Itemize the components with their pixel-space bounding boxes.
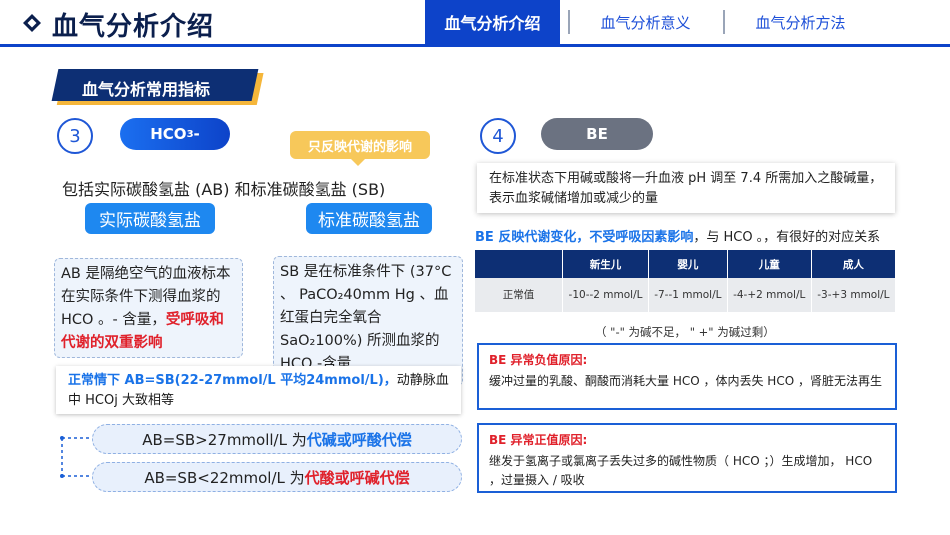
sb-label: 标准碳酸氢盐 bbox=[306, 203, 432, 234]
be-summary-bold: BE 反映代谢变化，不受呼吸因素影响 bbox=[475, 230, 694, 245]
note-pointer bbox=[350, 158, 366, 166]
page-title: 血气分析介绍 bbox=[52, 12, 215, 42]
be-summary-rest: ，与 HCO 。，有很好的对应关系 bbox=[693, 230, 881, 245]
table-cell: -3-+3 mmol/L bbox=[811, 278, 897, 312]
rule-high: AB=SB>27mmoll/L 为代碱或呼酸代偿 bbox=[92, 424, 462, 454]
be-positive-text: 继发于氢离子或氯离子丢失过多的碱性物质（ HCO ；）生成增加， HCO ，过量… bbox=[489, 454, 873, 487]
tab-blood-gas-significance[interactable]: 血气分析意义 bbox=[578, 0, 713, 44]
table-row-label: 正常值 bbox=[475, 278, 563, 312]
be-normal-table: 新生儿 婴儿 儿童 成人 正常值 -10--2 mmol/L -7--1 mmo… bbox=[475, 250, 897, 312]
diamond-icon bbox=[23, 14, 41, 32]
table-header bbox=[475, 250, 563, 278]
table-cell: -4-+2 mmol/L bbox=[727, 278, 812, 312]
be-definition: 在标准状态下用碱或酸将一升血液 pH 调至 7.4 所需加入之酸碱量，表示血浆碱… bbox=[477, 163, 895, 213]
sb-text: SB 是在标准条件下 (37°C 、 PaCO₂40mm Hg 、血红蛋白完全氧… bbox=[280, 264, 452, 372]
table-cell: -7--1 mmol/L bbox=[648, 278, 728, 312]
item-number-4: 4 bbox=[480, 118, 516, 154]
be-sign-note: （ "-" 为碱不足， " +" 为碱过剩） bbox=[595, 325, 775, 339]
rule-low: AB=SB<22mmol/L 为代酸或呼碱代偿 bbox=[92, 462, 462, 492]
rule-high-text: AB=SB>27mmoll/L 为 bbox=[142, 430, 307, 449]
section-title: 血气分析常用指标 bbox=[82, 80, 211, 99]
be-positive-title: BE 异常正值原因: bbox=[489, 433, 588, 447]
rule-high-highlight: 代碱或呼酸代偿 bbox=[306, 430, 412, 449]
hco3-pill: HCO 3- bbox=[120, 118, 230, 150]
table-row: 正常值 -10--2 mmol/L -7--1 mmol/L -4-+2 mmo… bbox=[475, 278, 897, 312]
header-underline bbox=[0, 44, 950, 47]
ab-card: AB 是隔绝空气的血液标本在实际条件下测得血浆的 HCO 。- 含量，受呼吸和代… bbox=[54, 258, 243, 358]
nav-divider bbox=[723, 10, 725, 34]
table-cell: -10--2 mmol/L bbox=[562, 278, 650, 312]
hco3-description: 包括实际碳酸氢盐 (AB) 和标准碳酸氢盐 (SB) bbox=[62, 180, 386, 199]
table-header: 新生儿 bbox=[562, 250, 650, 278]
tab-blood-gas-intro[interactable]: 血气分析介绍 bbox=[425, 0, 560, 44]
item-number-3: 3 bbox=[57, 118, 93, 154]
tab-blood-gas-method[interactable]: 血气分析方法 bbox=[733, 0, 868, 44]
be-pill: BE bbox=[541, 118, 653, 150]
be-negative-text: 缓冲过量的乳酸、酮酸而消耗大量 HCO ，体内丢失 HCO ，肾脏无法再生 bbox=[489, 374, 882, 388]
table-header: 成人 bbox=[811, 250, 897, 278]
normal-range-bold: 正常情下 AB=SB(22-27mmol/L 平均24mmol/L)， bbox=[68, 373, 397, 388]
rule-low-highlight: 代酸或呼碱代偿 bbox=[304, 468, 410, 487]
normal-range-box: 正常情下 AB=SB(22-27mmol/L 平均24mmol/L)，动静脉血中… bbox=[56, 366, 461, 414]
rule-low-text: AB=SB<22mmol/L 为 bbox=[144, 468, 305, 487]
be-positive-box: BE 异常正值原因: 继发于氢离子或氯离子丢失过多的碱性物质（ HCO ；）生成… bbox=[477, 423, 897, 493]
nav-divider bbox=[568, 10, 570, 34]
be-summary: BE 反映代谢变化，不受呼吸因素影响，与 HCO 。，有很好的对应关系 bbox=[475, 226, 880, 245]
table-header: 儿童 bbox=[727, 250, 812, 278]
table-header: 婴儿 bbox=[648, 250, 728, 278]
be-negative-box: BE 异常负值原因: 缓冲过量的乳酸、酮酸而消耗大量 HCO ，体内丢失 HCO… bbox=[477, 343, 897, 410]
ab-label: 实际碳酸氢盐 bbox=[85, 203, 215, 234]
metabolic-note-tag: 只反映代谢的影响 bbox=[290, 131, 430, 159]
be-negative-title: BE 异常负值原因: bbox=[489, 353, 588, 367]
table-header-row: 新生儿 婴儿 儿童 成人 bbox=[475, 250, 897, 278]
